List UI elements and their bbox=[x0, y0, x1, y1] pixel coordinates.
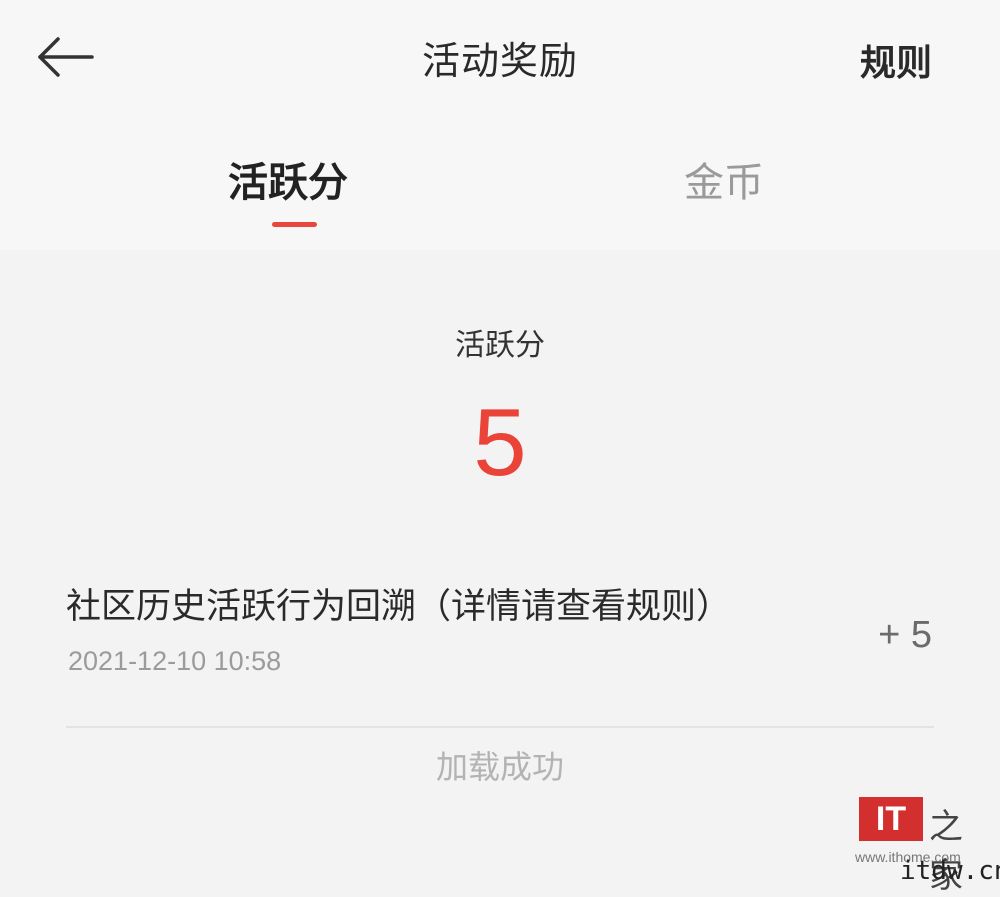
corner-watermark: itdw.cn bbox=[900, 856, 1000, 886]
record-title: 社区历史活跃行为回溯（详情请查看规则） bbox=[66, 587, 732, 627]
tab-coins[interactable]: 金币 bbox=[684, 150, 764, 208]
load-status: 加载成功 bbox=[435, 748, 564, 786]
tab-active-score[interactable]: 活跃分 bbox=[228, 150, 348, 208]
score-value: 5 bbox=[473, 389, 527, 496]
record-points: + 5 bbox=[878, 614, 932, 656]
tab-indicator bbox=[272, 222, 317, 227]
list-item: 社区历史活跃行为回溯（详情请查看规则） 2021-12-10 10:58 + 5 bbox=[66, 578, 934, 728]
top-bar: 活动奖励 规则 活跃分 金币 bbox=[0, 0, 1000, 250]
rules-button[interactable]: 规则 bbox=[860, 34, 932, 86]
ithome-logo: IT bbox=[859, 797, 923, 841]
page-title: 活动奖励 bbox=[421, 39, 578, 83]
record-timestamp: 2021-12-10 10:58 bbox=[68, 646, 282, 676]
score-label: 活跃分 bbox=[455, 328, 545, 363]
